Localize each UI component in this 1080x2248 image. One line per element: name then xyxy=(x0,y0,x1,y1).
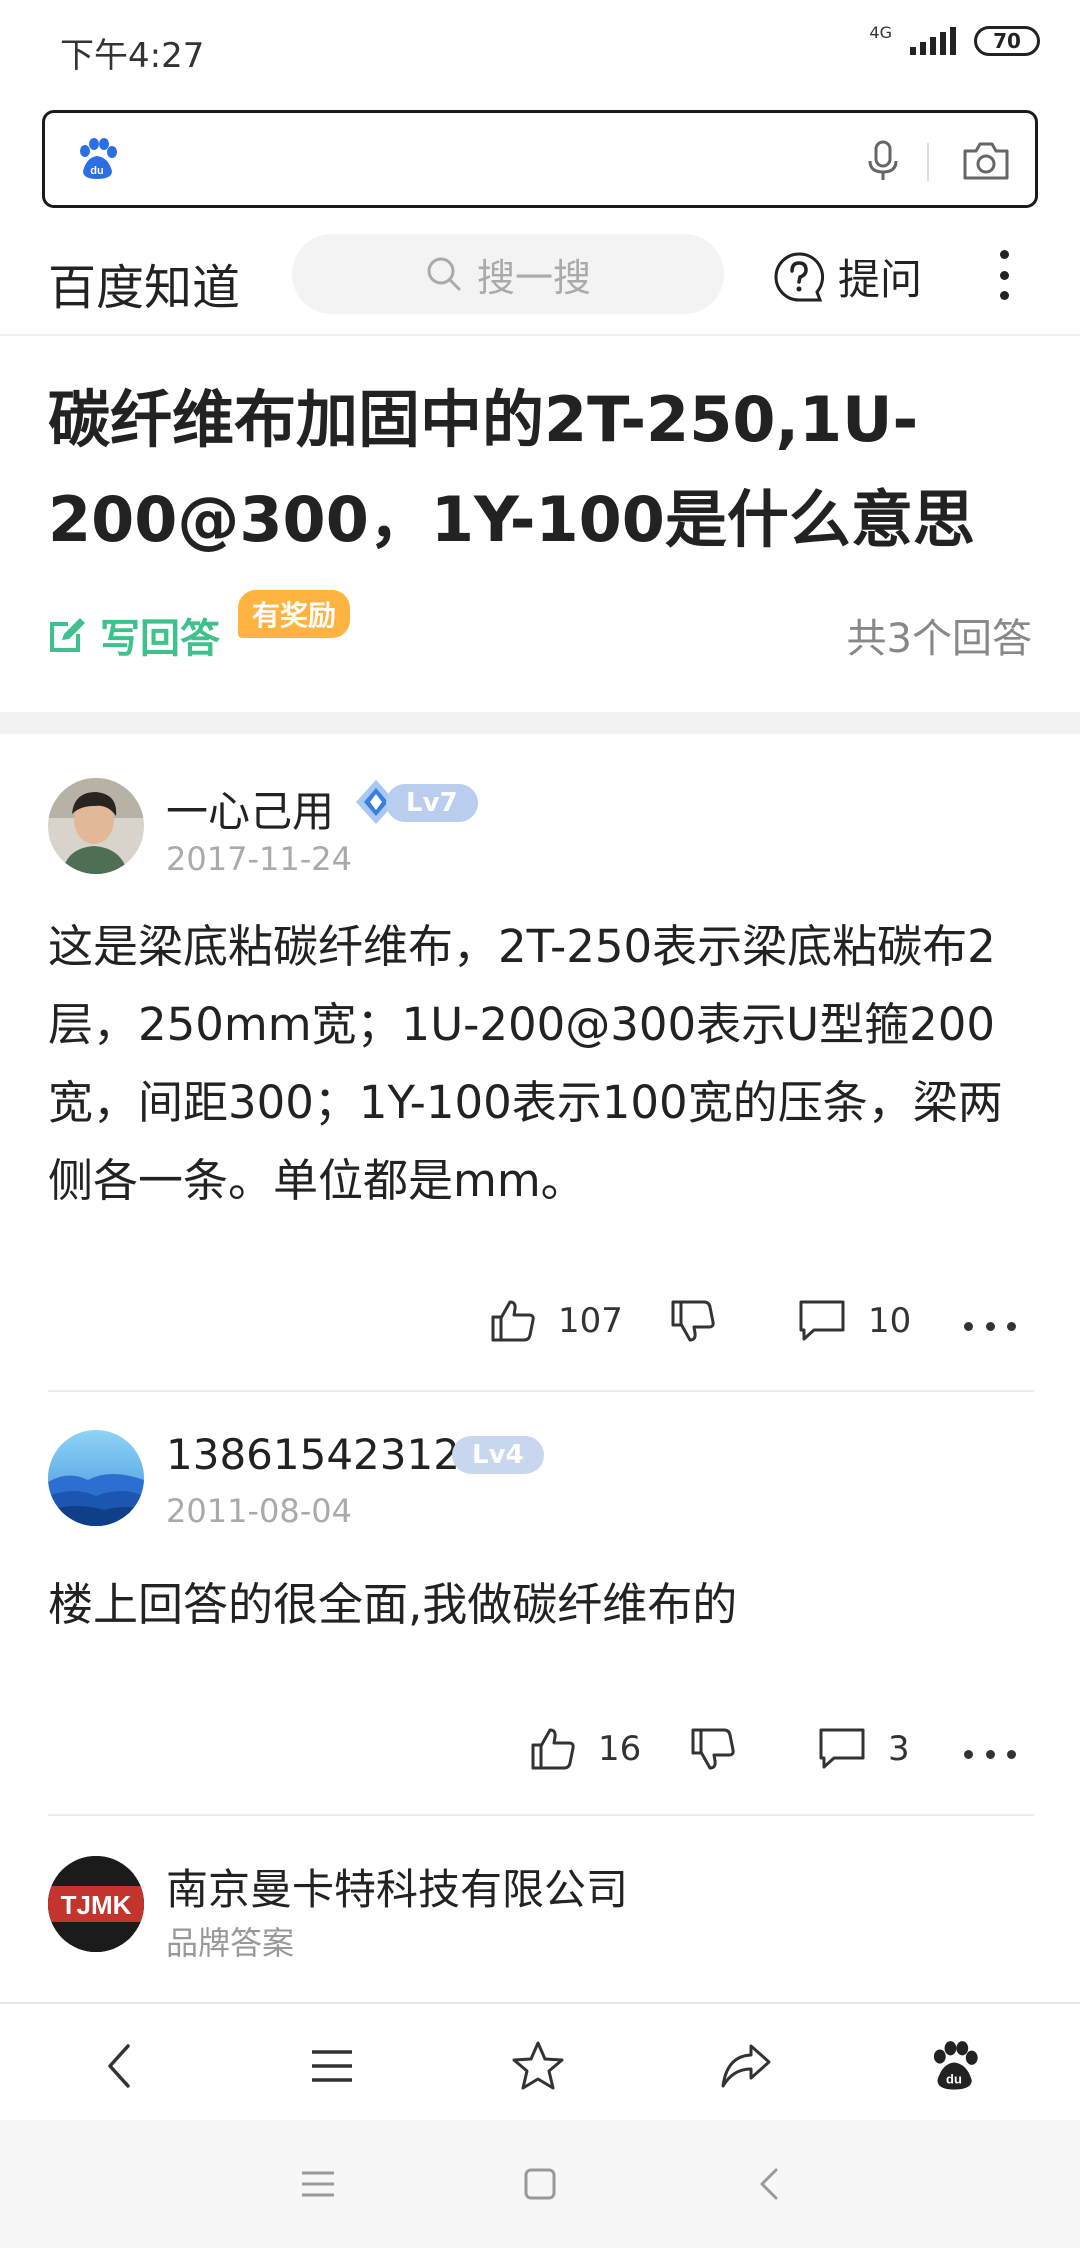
recent-apps-icon[interactable] xyxy=(298,2164,338,2204)
level-badge: Lv7 xyxy=(386,784,478,822)
du-paw-icon: du xyxy=(80,138,117,179)
divider xyxy=(48,1814,1034,1816)
status-icons: 4G 70 xyxy=(869,23,1040,56)
comment-button[interactable]: 3 xyxy=(818,1726,910,1772)
thumbs-down-icon xyxy=(671,1300,715,1342)
network-label: 4G xyxy=(869,23,892,42)
level-badge: Lv4 xyxy=(452,1436,544,1474)
section-divider xyxy=(0,712,1080,734)
user-name[interactable]: 一心己用 xyxy=(166,778,334,839)
answer-date: 2017-11-24 xyxy=(166,840,352,878)
signal-icon xyxy=(910,27,956,55)
answer-card: 13861542312 Lv4 2011-08-04 楼上回答的很全面,我做碳纤… xyxy=(48,1430,1034,1830)
browser-search-box[interactable]: du xyxy=(42,110,1038,208)
thumbs-up-icon xyxy=(491,1300,535,1342)
divider xyxy=(48,1390,1034,1392)
more-options-icon[interactable] xyxy=(998,250,1010,300)
ask-button[interactable]: 提问 xyxy=(772,246,922,307)
question-icon xyxy=(774,251,825,301)
answer-actions: 16 3 xyxy=(48,1726,1034,1786)
mic-icon[interactable] xyxy=(861,139,905,183)
ask-label: 提问 xyxy=(838,255,923,304)
answer-actions: 107 10 xyxy=(48,1298,1034,1358)
battery-icon: 70 xyxy=(974,26,1040,56)
like-button[interactable]: 16 xyxy=(530,1726,641,1772)
comment-count: 10 xyxy=(868,1301,912,1341)
question-title: 碳纤维布加固中的2T-250,1U-200@300，1Y-100是什么意思 xyxy=(48,383,975,556)
write-answer-label: 写回答 xyxy=(100,616,220,662)
like-count: 16 xyxy=(598,1729,642,1769)
bottom-toolbar: du xyxy=(0,2002,1080,2120)
like-count: 107 xyxy=(558,1301,623,1341)
camera-icon[interactable] xyxy=(961,139,1011,183)
site-header: 百度知道 搜一搜 提问 xyxy=(0,230,1080,336)
more-icon[interactable] xyxy=(964,1322,1016,1334)
du-paw-icon[interactable]: du xyxy=(926,2038,982,2094)
search-icon xyxy=(427,257,461,291)
answer-count: 共3个回答 xyxy=(846,616,1032,662)
comment-icon xyxy=(819,1728,865,1769)
star-icon[interactable] xyxy=(510,2038,566,2094)
brand-answer-label: 品牌答案 xyxy=(166,1924,295,1962)
system-nav-bar xyxy=(0,2120,1080,2248)
edit-icon xyxy=(50,618,85,652)
brand-logo[interactable]: TJMK xyxy=(48,1856,144,1952)
search-placeholder: 搜一搜 xyxy=(476,255,591,300)
comment-icon xyxy=(799,1300,845,1341)
reward-badge: 有奖励 xyxy=(238,590,351,638)
answer-text: 这是梁底粘碳纤维布，2T-250表示梁底粘碳布2层，250mm宽；1U-200@… xyxy=(48,920,1003,1207)
brand-name[interactable]: 南京曼卡特科技有限公司 xyxy=(166,1856,628,1917)
brand-answer-card: TJMK 南京曼卡特科技有限公司 品牌答案 xyxy=(48,1856,1034,1976)
svg-text:du: du xyxy=(946,2072,962,2087)
avatar[interactable] xyxy=(48,1430,144,1526)
comment-button[interactable]: 10 xyxy=(798,1298,911,1344)
share-icon[interactable] xyxy=(718,2038,774,2094)
status-time: 下午4:27 xyxy=(60,36,205,76)
user-name[interactable]: 13861542312 xyxy=(166,1430,460,1479)
answer-date: 2011-08-04 xyxy=(166,1492,352,1530)
dislike-button[interactable] xyxy=(690,1726,736,1772)
like-button[interactable]: 107 xyxy=(490,1298,623,1344)
status-bar: 下午4:27 4G 70 xyxy=(0,0,1080,96)
battery-level: 70 xyxy=(993,29,1021,53)
write-answer-button[interactable]: 写回答 xyxy=(48,606,220,664)
home-icon[interactable] xyxy=(520,2164,560,2204)
dislike-button[interactable] xyxy=(670,1298,716,1344)
avatar[interactable] xyxy=(48,778,144,874)
thumbs-down-icon xyxy=(691,1728,735,1770)
back-icon[interactable] xyxy=(92,2038,148,2094)
answer-text: 楼上回答的很全面,我做碳纤维布的 xyxy=(48,1578,738,1631)
thumbs-up-icon xyxy=(531,1728,575,1770)
brand-logo-text: TJMK xyxy=(61,1890,132,1920)
nav-back-icon[interactable] xyxy=(750,2164,790,2204)
menu-icon[interactable] xyxy=(304,2038,360,2094)
comment-count: 3 xyxy=(888,1729,910,1769)
site-brand[interactable]: 百度知道 xyxy=(48,248,240,318)
svg-text:du: du xyxy=(90,165,103,177)
divider xyxy=(927,143,929,181)
site-search-input[interactable]: 搜一搜 xyxy=(292,234,724,314)
answer-card: 一心己用 Lv7 2017-11-24 这是梁底粘碳纤维布，2T-250表示梁底… xyxy=(48,778,1034,1378)
more-icon[interactable] xyxy=(964,1750,1016,1762)
